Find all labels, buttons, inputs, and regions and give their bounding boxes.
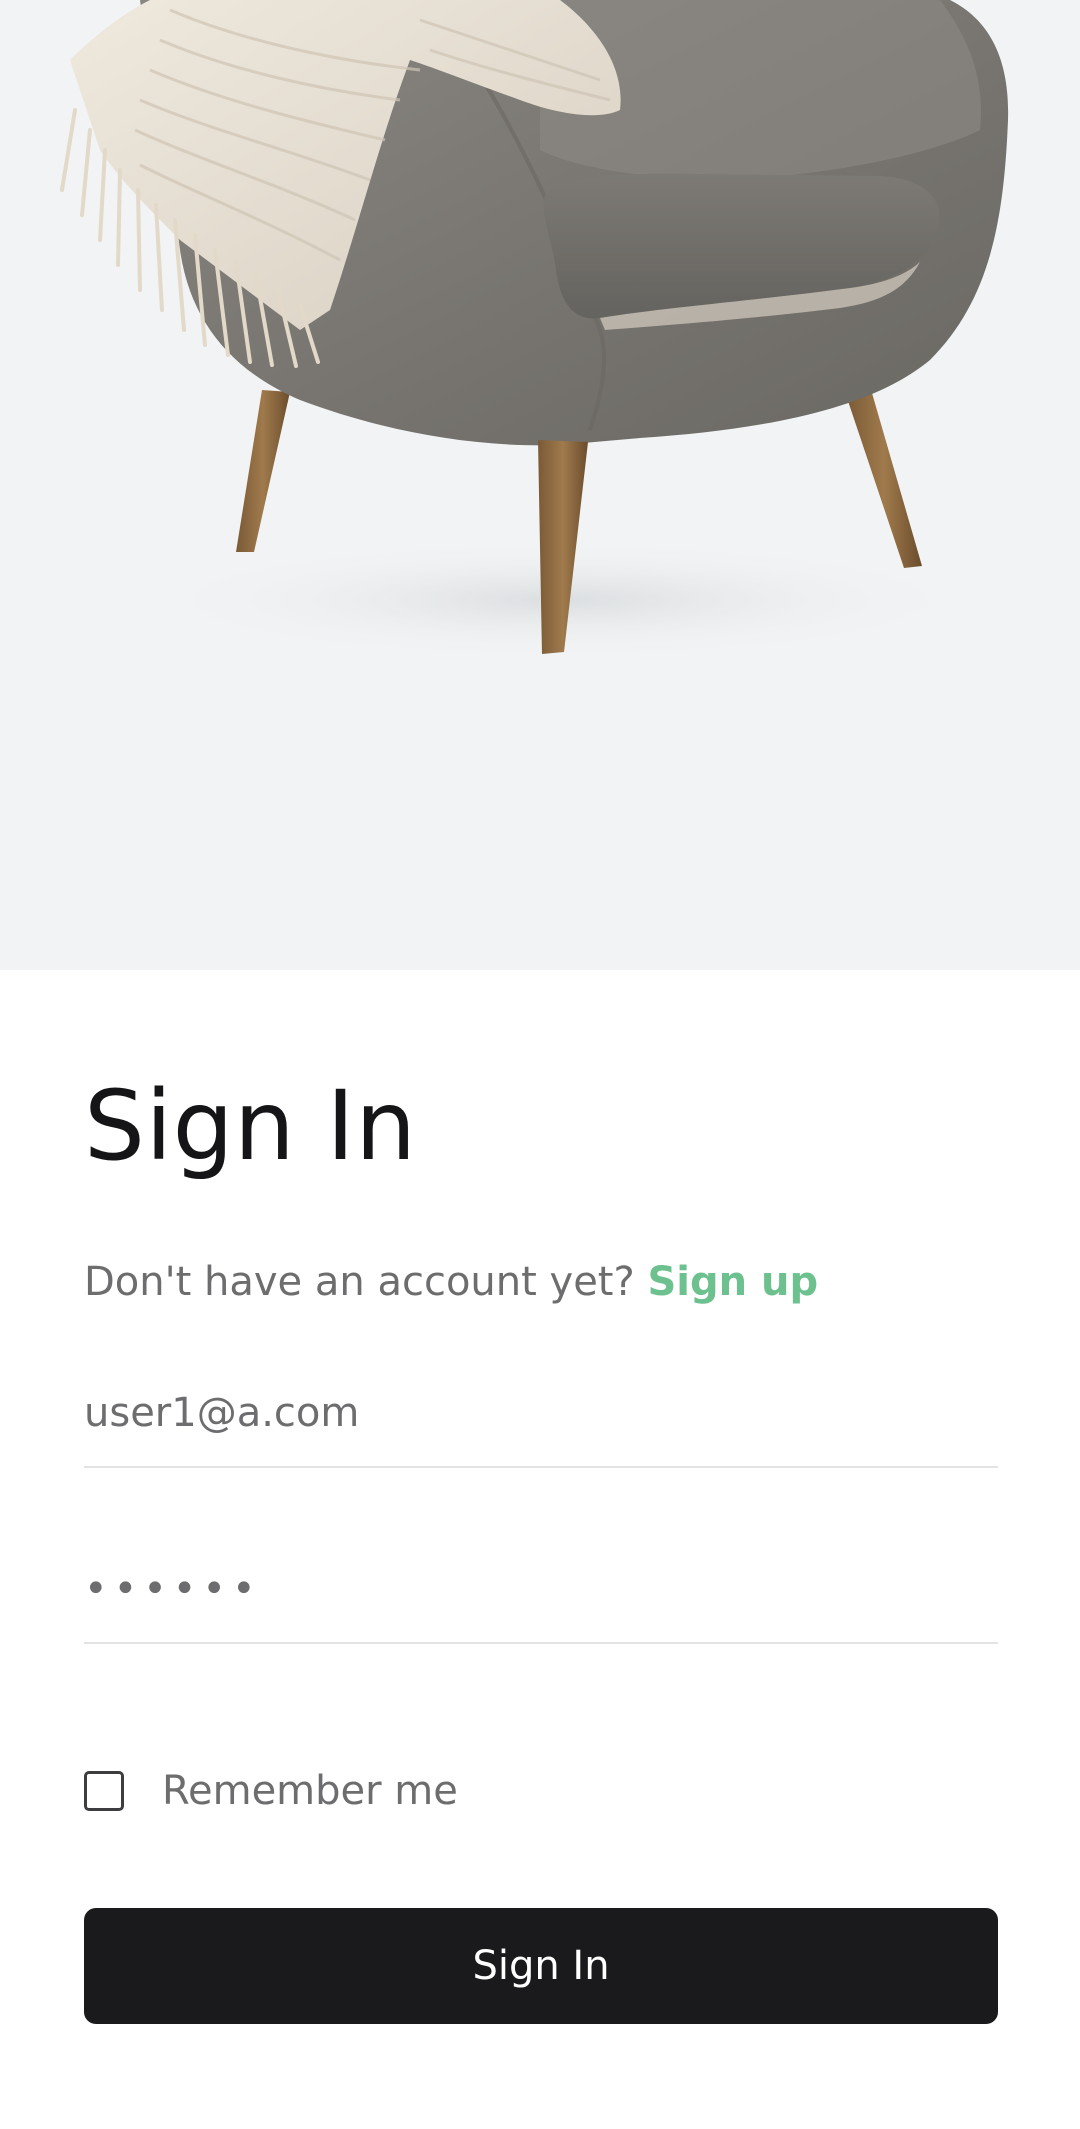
remember-me-checkbox[interactable] (84, 1771, 124, 1811)
email-input[interactable] (84, 1370, 998, 1456)
armchair-illustration (60, 0, 1009, 660)
password-field (84, 1546, 998, 1644)
sign-in-button[interactable]: Sign In (84, 1908, 998, 2024)
email-field (84, 1370, 998, 1468)
page-title: Sign In (84, 1070, 417, 1182)
remember-me-label: Remember me (162, 1768, 458, 1814)
password-input[interactable] (84, 1546, 998, 1632)
signup-prompt: Don't have an account yet? Sign up (84, 1262, 818, 1302)
remember-me-row: Remember me (84, 1768, 458, 1814)
hero-image (0, 0, 1080, 970)
signup-prompt-text: Don't have an account yet? (84, 1259, 635, 1305)
signup-link[interactable]: Sign up (647, 1259, 818, 1305)
sign-in-screen: Sign In Don't have an account yet? Sign … (0, 0, 1080, 2129)
